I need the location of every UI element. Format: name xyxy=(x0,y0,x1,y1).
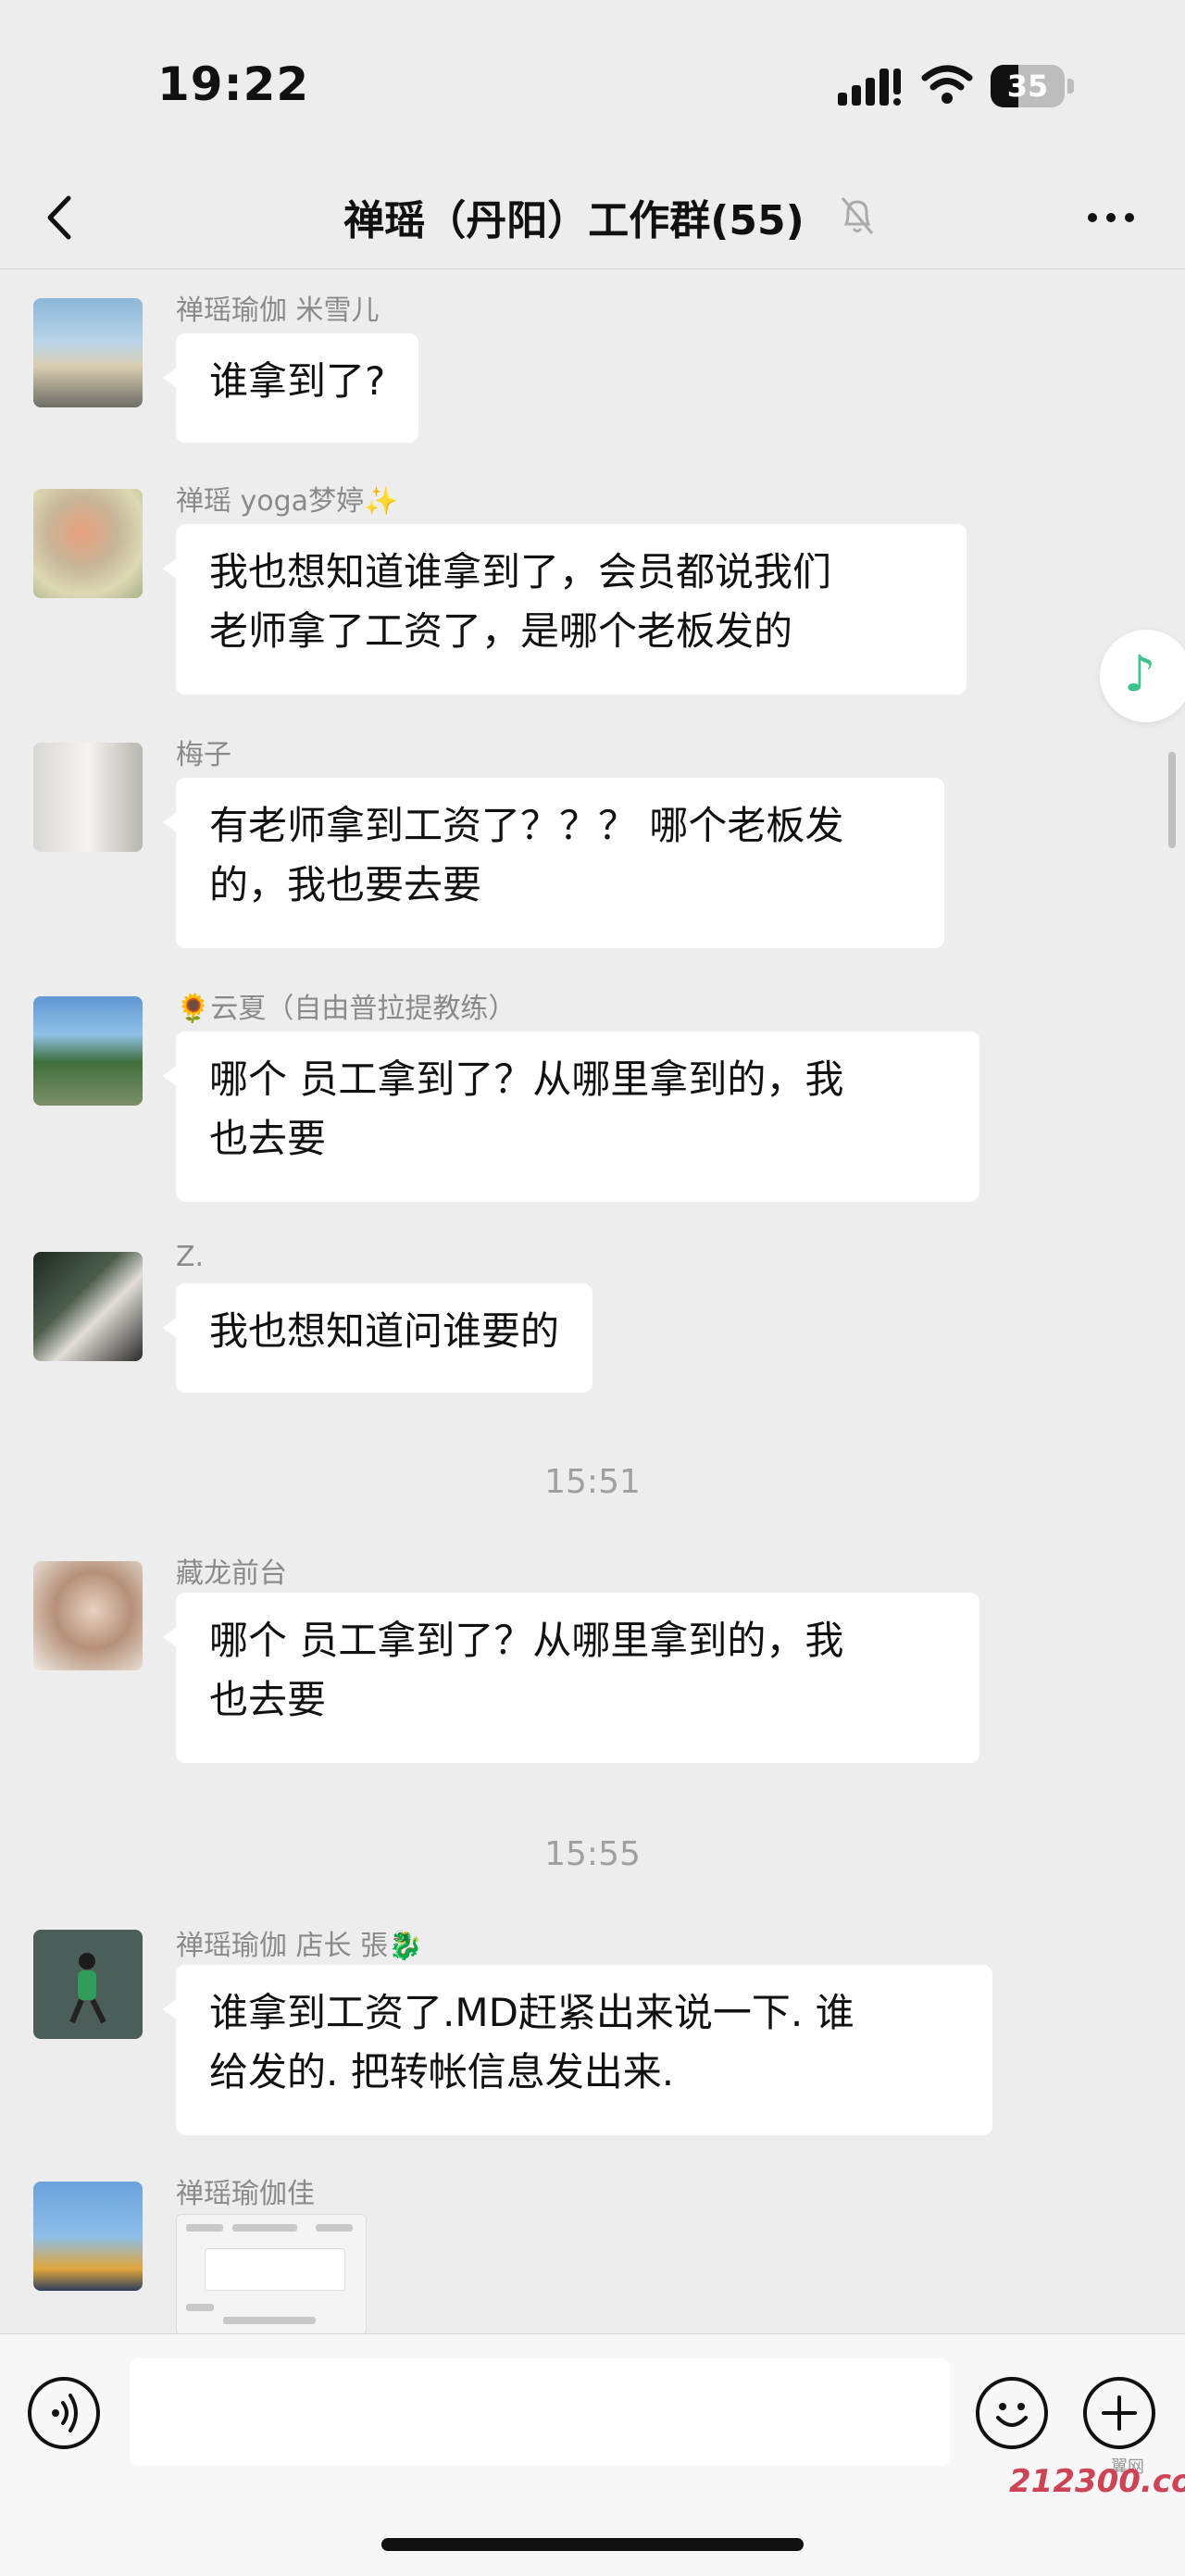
avatar[interactable] xyxy=(33,1930,143,2039)
avatar[interactable] xyxy=(33,2182,143,2291)
message-text-line: 有老师拿到工资了？？？ 哪个老板发 xyxy=(209,803,844,848)
message-text-line: 哪个 员工拿到了？从哪里拿到的，我 xyxy=(209,1618,844,1663)
sender-name: 藏龙前台 xyxy=(176,1557,287,1590)
message-bubble[interactable]: 我也想知道问谁要的 xyxy=(162,1283,593,1393)
mute-bell-icon xyxy=(841,197,874,234)
battery-icon: 35 xyxy=(991,65,1076,107)
avatar[interactable] xyxy=(33,1561,143,1670)
sender-name: 禅瑶瑜伽 店长 張🐉 xyxy=(176,1930,423,1962)
scrollbar[interactable] xyxy=(1168,752,1176,848)
music-note-icon: ♪ xyxy=(1124,644,1156,703)
sender-name: 禅瑶 yoga梦婷✨ xyxy=(176,485,399,518)
status-bar: 19:22 35 xyxy=(0,0,1185,167)
sender-name: 🌻云夏（自由普拉提教练） xyxy=(176,993,517,1025)
voice-input-button[interactable] xyxy=(28,2377,100,2449)
message-text-line: 也去要 xyxy=(209,1677,327,1722)
battery-level: 35 xyxy=(1006,69,1049,104)
message-text-line: 老师拿了工资了，是哪个老板发的 xyxy=(209,608,793,654)
sender-name: 禅瑶瑜伽佳 xyxy=(176,2178,315,2210)
timestamp: 15:55 xyxy=(544,1835,641,1873)
message-text-line: 哪个 员工拿到了？从哪里拿到的，我 xyxy=(209,1057,844,1102)
message-text-line: 也去要 xyxy=(209,1116,327,1161)
chat-title: 禅瑶（丹阳）工作群(55) xyxy=(343,197,805,244)
emoji-button[interactable] xyxy=(976,2377,1048,2449)
message-bubble[interactable]: 谁拿到了? xyxy=(162,333,419,443)
input-bar xyxy=(0,2333,1185,2576)
plus-icon xyxy=(1102,2395,1137,2431)
message-text: 谁拿到了? xyxy=(209,358,386,404)
avatar[interactable] xyxy=(33,1252,143,1361)
sender-name: Z. xyxy=(176,1241,205,1273)
message-text: 我也想知道问谁要的 xyxy=(209,1308,560,1354)
image-message-thumbnail[interactable] xyxy=(176,2214,367,2335)
timestamp: 15:51 xyxy=(544,1463,641,1501)
avatar[interactable] xyxy=(33,996,143,1106)
message-bubble[interactable]: 我也想知道谁拿到了，会员都说我们 老师拿了工资了，是哪个老板发的 xyxy=(163,524,967,694)
watermark: 212300.com xyxy=(1009,2463,1185,2500)
avatar[interactable] xyxy=(33,298,143,407)
message-bubble[interactable]: 哪个 员工拿到了？从哪里拿到的，我 也去要 xyxy=(163,1032,979,1202)
message-text-line: 给发的. 把转帐信息发出来. xyxy=(209,2049,675,2095)
chat-header: 禅瑶（丹阳）工作群(55) xyxy=(0,167,1185,269)
figure-icon xyxy=(69,1953,106,2024)
message-text-line: 谁拿到工资了.MD赶紧出来说一下. 谁 xyxy=(209,1990,854,2035)
sender-name: 梅子 xyxy=(176,739,231,771)
cellular-signal-icon xyxy=(838,69,901,106)
more-functions-button[interactable] xyxy=(1083,2377,1155,2449)
message-bubble[interactable]: 哪个 员工拿到了？从哪里拿到的，我 也去要 xyxy=(163,1593,979,1763)
smiley-icon xyxy=(996,2403,1028,2427)
back-arrow-icon[interactable] xyxy=(37,185,83,250)
sender-name: 禅瑶瑜伽 米雪儿 xyxy=(176,294,380,327)
message-bubble[interactable]: 谁拿到工资了.MD赶紧出来说一下. 谁 给发的. 把转帐信息发出来. xyxy=(163,1965,992,2135)
more-options-icon[interactable] xyxy=(1079,185,1143,250)
home-indicator[interactable] xyxy=(381,2538,804,2551)
status-time: 19:22 xyxy=(157,57,310,111)
voice-wave-icon xyxy=(52,2394,78,2432)
avatar[interactable] xyxy=(33,743,143,852)
message-text-line: 我也想知道谁拿到了，会员都说我们 xyxy=(209,549,832,594)
message-bubble[interactable]: 有老师拿到工资了？？？ 哪个老板发 的，我也要去要 xyxy=(163,778,944,948)
message-input[interactable] xyxy=(130,2358,950,2466)
floating-music-button[interactable]: ♪ xyxy=(1100,630,1185,722)
message-text-line: 的，我也要去要 xyxy=(209,862,482,907)
avatar[interactable] xyxy=(33,489,143,598)
wifi-icon xyxy=(921,65,973,104)
